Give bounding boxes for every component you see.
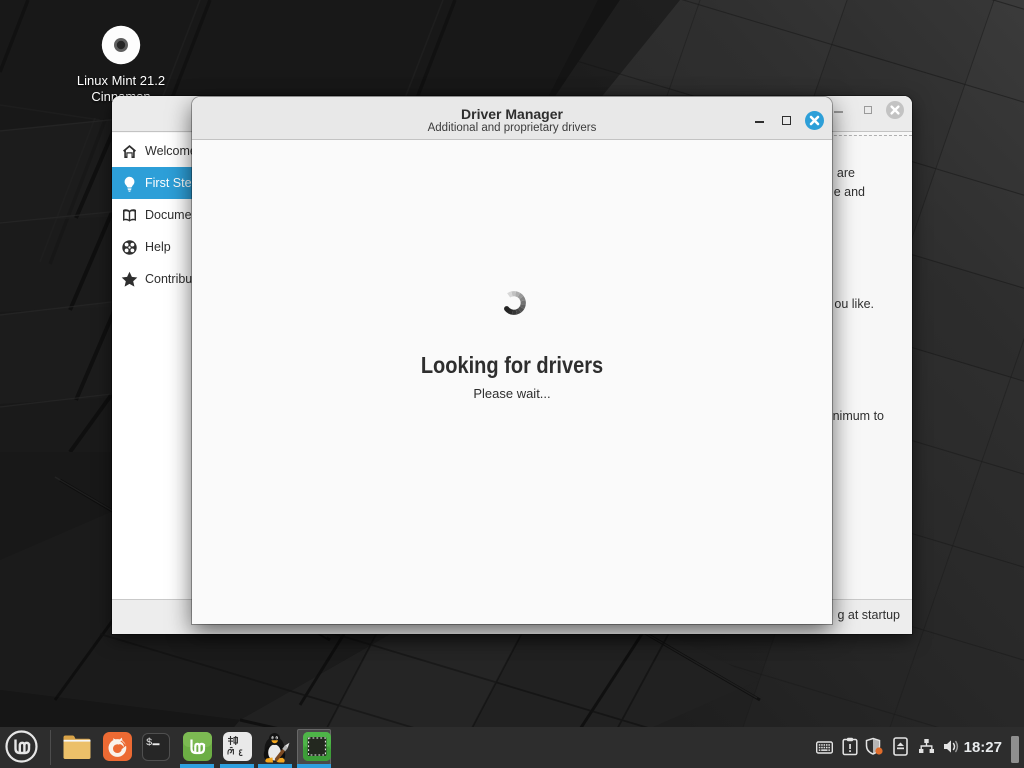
svg-text:$: $: [146, 737, 152, 749]
